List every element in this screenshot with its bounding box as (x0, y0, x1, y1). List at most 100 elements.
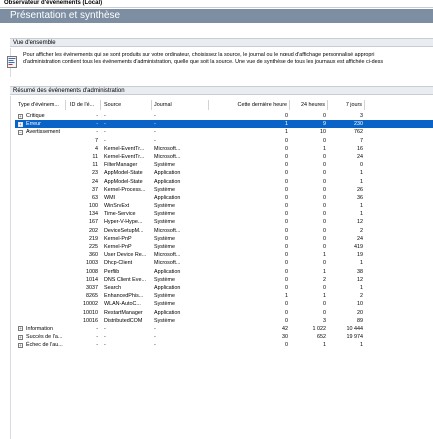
cell-last-hour: 0 (285, 301, 288, 308)
cell-journal: - (154, 334, 156, 341)
cell-24h: 0 (323, 227, 326, 234)
cell-event-id: 225 (89, 244, 98, 250)
cell-24h: 3 (323, 317, 326, 324)
cell-24h: 1 (323, 293, 326, 300)
expand-icon[interactable]: + (18, 113, 23, 119)
column-header-type[interactable]: Type d'événem... (18, 100, 66, 110)
cell-24h: 0 (323, 235, 326, 242)
overview-section-header[interactable]: Vue d'ensemble (10, 38, 433, 47)
cell-last-hour: 42 (282, 325, 288, 332)
cell-type (26, 300, 72, 308)
cell-source: Kernel-PnP (104, 244, 132, 250)
cell-source: DeviceSetupM... (104, 227, 144, 234)
event-group-row[interactable]: + Erreur - - -1 9 230 (15, 120, 433, 129)
cell-journal: - (154, 325, 156, 332)
cell-type (26, 251, 72, 259)
table-row[interactable]: 360 User Device Re... Microsoft... 0 1 19 (15, 251, 433, 259)
table-row[interactable]: 1003 Dhcp-Client Microsoft... 0 0 1 (15, 259, 433, 267)
event-group-row[interactable]: + Échec de l'au... - - -0 1 1 (15, 341, 433, 349)
collapse-icon[interactable]: − (18, 129, 23, 135)
column-header-source[interactable]: Source (102, 100, 152, 110)
cell-type (26, 235, 72, 243)
table-row[interactable]: 11 FilterManager Système 0 0 0 (15, 161, 433, 169)
cell-event-id: - (96, 129, 98, 136)
cell-event-id: 10010 (83, 309, 98, 316)
cell-source: EnhancedPhis... (104, 293, 144, 300)
cell-journal: Système (154, 301, 175, 308)
table-row[interactable]: 1014 DNS Client Eve... Système 0 2 12 (15, 276, 433, 284)
cell-source: AppModel-State (104, 170, 143, 177)
cell-source: - (104, 334, 106, 341)
cell-last-hour: 0 (285, 137, 288, 144)
window-title: Observateur d'événements (Local) (4, 0, 103, 6)
expand-icon[interactable]: + (18, 326, 23, 332)
cell-7d: 19 (357, 252, 363, 259)
cell-journal: Système (154, 186, 175, 193)
cell-last-hour: 0 (285, 244, 288, 250)
table-row[interactable]: 7--007 (15, 137, 433, 145)
table-row[interactable]: 100 WinSrvExt Système 0 0 1 (15, 202, 433, 210)
event-group-row[interactable]: + Information - - -42 1 022 10 444 (15, 325, 433, 333)
cell-last-hour: 0 (285, 309, 288, 316)
cell-24h: 0 (323, 301, 326, 308)
table-row[interactable]: 1008 Perflib Application 0 1 38 (15, 268, 433, 276)
table-row[interactable]: 3037 Search Application 0 0 1 (15, 284, 433, 292)
table-row[interactable]: 10016 DistributedCOM Système 0 3 89 (15, 317, 433, 325)
cell-source: Hyper-V-Hype... (104, 219, 143, 226)
cell-event-id: 167 (89, 219, 98, 226)
column-header-last-hour[interactable]: Cette dernière heure (210, 100, 290, 110)
page-title: Présentation et synthèse (10, 10, 121, 21)
table-row[interactable]: 4 Kernel-EventTr... Microsoft... 0 1 16 (15, 145, 433, 153)
cell-last-hour: 0 (285, 252, 288, 259)
event-group-row[interactable]: − Avertissement - - -1 10 762 (15, 128, 433, 136)
table-row[interactable]: 10002 WLAN-AutoC... Système 0 0 10 (15, 300, 433, 308)
table-row[interactable]: 11 Kernel-EventTr... Microsoft... 0 0 24 (15, 153, 433, 161)
cell-type (26, 137, 72, 145)
cell-journal: Système (154, 235, 175, 242)
cell-event-id: 11 (92, 153, 98, 160)
cell-event-id: 24 (92, 178, 98, 185)
cell-type (26, 194, 72, 202)
cell-24h: 1 (323, 252, 326, 259)
table-row[interactable]: 37 Kernel-Process... Système 0 0 26 (15, 186, 433, 194)
cell-7d: 10 444 (346, 325, 364, 332)
cell-event-id: 37 (92, 186, 98, 193)
cell-last-hour: 0 (285, 260, 288, 267)
column-header-7d[interactable]: 7 jours (329, 100, 365, 110)
cell-event-id: - (96, 121, 98, 128)
table-row[interactable]: 24 AppModel-State Application 0 0 1 (15, 178, 433, 186)
table-row[interactable]: 134 Time-Service Système 0 0 1 (15, 210, 433, 218)
cell-event-id: 11 (92, 162, 98, 169)
event-group-row[interactable]: + Succès de l'a... - - -30 652 19 974 (15, 333, 433, 341)
table-row[interactable]: 202 DeviceSetupM... Microsoft... 0 0 2 (15, 227, 433, 235)
cell-type (26, 210, 72, 218)
cell-last-hour: 0 (285, 113, 288, 119)
table-row[interactable]: 23 AppModel-State Application 0 0 1 (15, 169, 433, 177)
cell-type (26, 259, 72, 267)
table-row[interactable]: 10010 RestartManager Application 0 0 20 (15, 309, 433, 317)
table-row[interactable]: 63 WMI Application 0 0 36 (15, 194, 433, 202)
cell-last-hour: 0 (285, 235, 288, 242)
table-row[interactable]: 167 Hyper-V-Hype... Système 0 0 12 (15, 218, 433, 226)
expand-icon[interactable]: + (18, 121, 23, 127)
event-group-row[interactable]: + Critique - - -0 0 3 (15, 112, 433, 120)
cell-event-id: 134 (89, 211, 98, 218)
cell-24h: 0 (323, 244, 326, 250)
column-header-id[interactable]: ID de l'é... (67, 100, 101, 110)
table-row[interactable]: 219 Kernel-PnP Système 0 0 24 (15, 235, 433, 243)
cell-source: - (104, 113, 106, 119)
summary-section-header[interactable]: Résumé des événements d'administration (10, 86, 433, 95)
column-header-24h[interactable]: 24 heures (291, 100, 328, 110)
cell-source: Perflib (104, 268, 120, 275)
expand-icon[interactable]: + (18, 342, 23, 348)
cell-event-id: 10002 (83, 301, 98, 308)
cell-event-id: 10016 (83, 317, 98, 324)
cell-type (26, 169, 72, 177)
table-row[interactable]: 8265 EnhancedPhis... Système 1 1 2 (15, 292, 433, 300)
expand-icon[interactable]: + (18, 334, 23, 340)
table-row[interactable]: 225 Kernel-PnP Système 0 0 419 (15, 243, 433, 251)
column-header-journal[interactable]: Journal (153, 100, 209, 110)
cell-source: DistributedCOM (104, 317, 143, 324)
cell-journal: Microsoft... (154, 227, 181, 234)
cell-last-hour: 0 (285, 178, 288, 185)
